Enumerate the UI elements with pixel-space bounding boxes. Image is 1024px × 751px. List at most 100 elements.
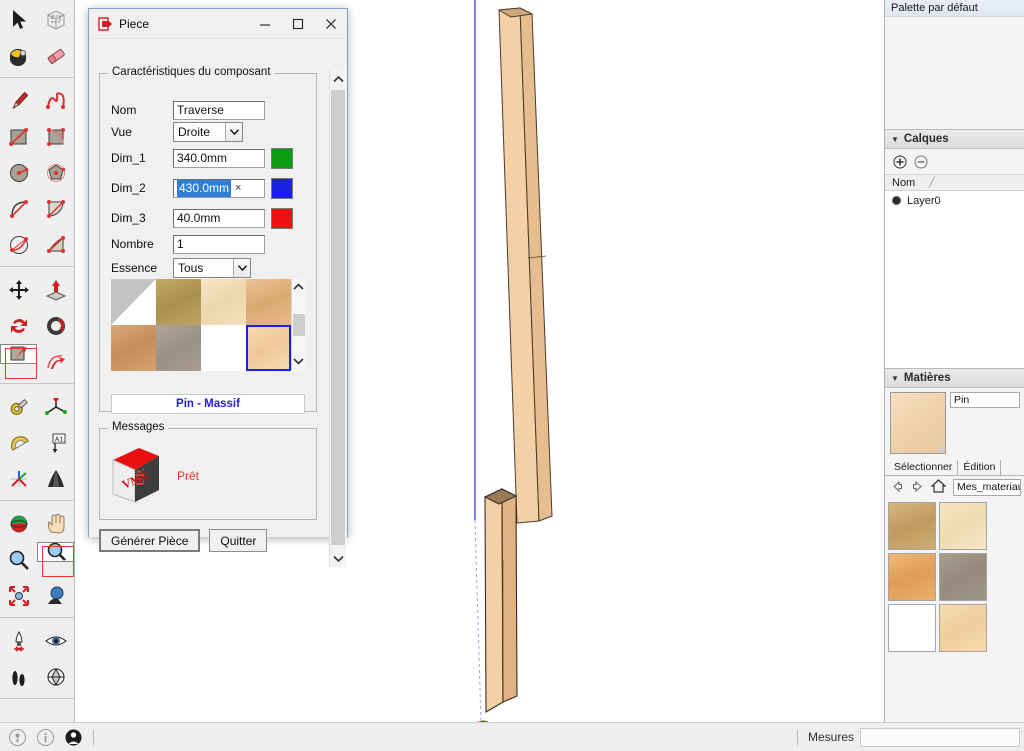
dim1-color-chip[interactable] bbox=[271, 147, 293, 169]
axes-tool[interactable] bbox=[37, 389, 74, 425]
orbit-tool[interactable] bbox=[0, 506, 37, 542]
arc-tool[interactable] bbox=[0, 191, 37, 227]
dim2-color-chip[interactable] bbox=[271, 177, 293, 199]
texture-gris-taupe[interactable] bbox=[156, 325, 201, 371]
dim1-input[interactable]: 340.0mm bbox=[173, 148, 265, 168]
texture-none[interactable] bbox=[111, 279, 156, 325]
row-essence: Essence Tous bbox=[111, 258, 251, 278]
clear-icon[interactable]: × bbox=[235, 180, 241, 197]
follow-me-tool[interactable] bbox=[37, 308, 74, 344]
texture-chene-fonce[interactable] bbox=[156, 279, 201, 325]
rotate-tool[interactable] bbox=[0, 308, 37, 344]
dialog-title-bar[interactable]: Piece bbox=[89, 9, 347, 39]
layer-row-layer0[interactable]: Layer0 bbox=[885, 191, 1024, 210]
vue-select[interactable]: Droite bbox=[173, 122, 243, 142]
section-plane-tool[interactable] bbox=[37, 659, 74, 695]
measures-input[interactable] bbox=[860, 727, 1020, 747]
chevron-down-icon[interactable] bbox=[225, 123, 242, 141]
scroll-up-icon[interactable] bbox=[330, 70, 347, 88]
plus-circle-icon[interactable] bbox=[893, 155, 907, 169]
nom-input[interactable]: Traverse bbox=[173, 100, 265, 120]
scroll-up-icon[interactable] bbox=[293, 279, 304, 297]
layer-column-header[interactable]: Nom ╱ bbox=[885, 174, 1024, 191]
dialog-scrollbar[interactable] bbox=[329, 70, 346, 567]
texture-pin-moyen[interactable] bbox=[246, 279, 291, 325]
minimize-button[interactable] bbox=[248, 9, 281, 38]
texture-scrollbar[interactable] bbox=[291, 279, 305, 371]
two-point-arc-tool[interactable] bbox=[0, 227, 37, 263]
close-button[interactable] bbox=[314, 9, 347, 38]
dim2-input[interactable]: 430.0mm × bbox=[173, 178, 265, 198]
swatch-pin-orange[interactable] bbox=[888, 553, 936, 601]
swatch-blanc[interactable] bbox=[888, 604, 936, 652]
minus-circle-icon[interactable] bbox=[914, 155, 928, 169]
select-arrow-tool[interactable] bbox=[0, 2, 37, 38]
scroll-down-icon[interactable] bbox=[293, 353, 304, 371]
arrow-left-icon[interactable] bbox=[891, 480, 904, 496]
piece-dialog[interactable]: Piece Caractéristiques du composant Nom … bbox=[88, 8, 348, 567]
account-person-icon[interactable] bbox=[64, 728, 83, 747]
texture-chene-roux[interactable] bbox=[111, 325, 156, 371]
previous-view-tool[interactable] bbox=[37, 578, 74, 614]
tab-selectionner[interactable]: Sélectionner bbox=[889, 460, 959, 475]
nombre-input[interactable]: 1 bbox=[173, 234, 265, 254]
home-icon[interactable] bbox=[930, 479, 947, 496]
3d-text-tool[interactable] bbox=[37, 461, 74, 497]
section-header-calques[interactable]: ▼ Calques bbox=[885, 129, 1024, 149]
current-material-thumbnail[interactable] bbox=[890, 392, 946, 454]
walk-tool[interactable] bbox=[0, 659, 37, 695]
toolbar-divider bbox=[0, 617, 75, 618]
chevron-down-icon[interactable] bbox=[233, 259, 250, 277]
protractor-tool[interactable] bbox=[0, 425, 37, 461]
push-pull-tool[interactable] bbox=[37, 272, 74, 308]
text-label-tool[interactable] bbox=[0, 461, 37, 497]
circle-tool[interactable] bbox=[0, 155, 37, 191]
polygon-tool[interactable] bbox=[37, 155, 74, 191]
zoom-tool[interactable] bbox=[0, 542, 37, 578]
pan-tool[interactable] bbox=[37, 506, 74, 542]
line-pencil-tool[interactable] bbox=[0, 83, 37, 119]
zoom-extents-tool[interactable] bbox=[0, 578, 37, 614]
maximize-button[interactable] bbox=[281, 9, 314, 38]
rotated-rectangle-tool[interactable] bbox=[37, 119, 74, 155]
pie-tool[interactable] bbox=[37, 191, 74, 227]
offset-tool[interactable] bbox=[37, 344, 74, 380]
scroll-down-icon[interactable] bbox=[330, 549, 347, 567]
swatch-bouleau[interactable] bbox=[939, 604, 987, 652]
swatch-erable-pale[interactable] bbox=[939, 502, 987, 550]
layer-active-radio[interactable] bbox=[892, 196, 901, 205]
dimension-tool[interactable]: A1 bbox=[37, 425, 74, 461]
texture-erable-clair[interactable] bbox=[201, 279, 246, 325]
generate-piece-button[interactable]: Générer Pièce bbox=[99, 529, 201, 552]
info-circle-icon[interactable] bbox=[36, 728, 55, 747]
make-component-tool[interactable] bbox=[37, 2, 74, 38]
freehand-tool[interactable] bbox=[37, 83, 74, 119]
swatch-chene-dore[interactable] bbox=[888, 502, 936, 550]
zoom-window-tool[interactable] bbox=[37, 542, 74, 577]
dialog-scroll-thumb[interactable] bbox=[331, 90, 345, 545]
essence-select[interactable]: Tous bbox=[173, 258, 251, 278]
quit-button[interactable]: Quitter bbox=[209, 529, 268, 552]
eraser-tool[interactable] bbox=[37, 38, 74, 74]
texture-scroll-thumb[interactable] bbox=[292, 314, 305, 336]
tab-edition[interactable]: Édition bbox=[958, 460, 1002, 475]
scale-tool[interactable] bbox=[0, 344, 37, 379]
dim3-color-chip[interactable] bbox=[271, 207, 293, 229]
rectangle-tool[interactable] bbox=[0, 119, 37, 155]
section-header-matieres[interactable]: ▼ Matières bbox=[885, 368, 1024, 388]
paint-bucket-tool[interactable] bbox=[0, 38, 37, 74]
position-camera-tool[interactable] bbox=[0, 623, 37, 659]
three-point-arc-tool[interactable] bbox=[37, 227, 74, 263]
look-around-tool[interactable] bbox=[37, 623, 74, 659]
texture-pin-massif[interactable] bbox=[246, 325, 291, 371]
arrow-right-icon[interactable] bbox=[911, 480, 924, 496]
material-library-path[interactable]: Mes_materiaux bbox=[953, 479, 1021, 496]
material-name-input[interactable]: Pin bbox=[950, 392, 1020, 408]
swatch-gris-taupe[interactable] bbox=[939, 553, 987, 601]
tape-measure-tool[interactable] bbox=[0, 389, 37, 425]
toolbar-group-camera bbox=[0, 504, 75, 614]
dim3-input[interactable]: 40.0mm bbox=[173, 208, 265, 228]
texture-blanc[interactable] bbox=[201, 325, 246, 371]
hint-bulb-icon[interactable] bbox=[8, 728, 27, 747]
move-tool[interactable] bbox=[0, 272, 37, 308]
